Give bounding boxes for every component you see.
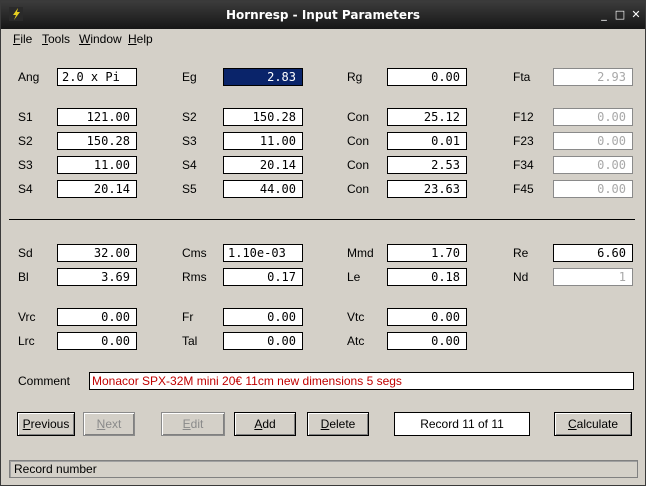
param-field-s2[interactable]: 150.28 bbox=[57, 132, 137, 150]
param-label-con: Con bbox=[347, 182, 370, 196]
param-label-f45: F45 bbox=[513, 182, 534, 196]
param-label-f23: F23 bbox=[513, 134, 534, 148]
param-field-eg[interactable]: 2.83 bbox=[223, 68, 303, 86]
param-field-bl[interactable]: 3.69 bbox=[57, 268, 137, 286]
param-label-tal: Tal bbox=[182, 334, 198, 348]
edit-button: Edit bbox=[161, 412, 225, 436]
menu-window[interactable]: Window bbox=[79, 32, 122, 46]
param-label-vrc: Vrc bbox=[18, 310, 36, 324]
param-field-fr[interactable]: 0.00 bbox=[223, 308, 303, 326]
param-label-fta: Fta bbox=[513, 70, 531, 84]
param-field-s3[interactable]: 11.00 bbox=[223, 132, 303, 150]
param-label-atc: Atc bbox=[347, 334, 365, 348]
param-label-mmd: Mmd bbox=[347, 246, 374, 260]
param-field-con[interactable]: 2.53 bbox=[387, 156, 467, 174]
previous-button[interactable]: Previous bbox=[17, 412, 75, 436]
comment-field[interactable]: Monacor SPX-32M mini 20€ 11cm new dimens… bbox=[89, 372, 634, 390]
menu-bar: File Tools Window Help bbox=[1, 29, 645, 49]
param-label-s4: S4 bbox=[18, 182, 33, 196]
param-label-ang: Ang bbox=[18, 70, 40, 84]
param-field-rg[interactable]: 0.00 bbox=[387, 68, 467, 86]
param-label-s5: S5 bbox=[182, 182, 197, 196]
param-label-s4: S4 bbox=[182, 158, 197, 172]
param-field-con[interactable]: 0.01 bbox=[387, 132, 467, 150]
record-indicator: Record 11 of 11 bbox=[394, 412, 530, 436]
param-field-cms[interactable]: 1.10e-03 bbox=[223, 244, 303, 262]
close-icon[interactable]: ✕ bbox=[630, 9, 642, 21]
param-field-f12: 0.00 bbox=[553, 108, 633, 126]
param-label-s3: S3 bbox=[18, 158, 33, 172]
param-field-sd[interactable]: 32.00 bbox=[57, 244, 137, 262]
param-field-con[interactable]: 25.12 bbox=[387, 108, 467, 126]
param-label-lrc: Lrc bbox=[18, 334, 35, 348]
hornresp-window: Hornresp - Input Parameters _ □ ✕ File T… bbox=[0, 0, 646, 486]
next-button: Next bbox=[83, 412, 135, 436]
section-divider bbox=[9, 219, 635, 220]
param-field-nd: 1 bbox=[553, 268, 633, 286]
param-field-lrc[interactable]: 0.00 bbox=[57, 332, 137, 350]
param-label-s3: S3 bbox=[182, 134, 197, 148]
menu-tools[interactable]: Tools bbox=[42, 32, 70, 46]
param-field-le[interactable]: 0.18 bbox=[387, 268, 467, 286]
param-field-s4[interactable]: 20.14 bbox=[57, 180, 137, 198]
param-label-re: Re bbox=[513, 246, 529, 260]
menu-file[interactable]: File bbox=[13, 32, 32, 46]
param-label-sd: Sd bbox=[18, 246, 33, 260]
param-field-f23: 0.00 bbox=[553, 132, 633, 150]
param-field-f34: 0.00 bbox=[553, 156, 633, 174]
param-field-s2[interactable]: 150.28 bbox=[223, 108, 303, 126]
param-label-fr: Fr bbox=[182, 310, 194, 324]
param-label-vtc: Vtc bbox=[347, 310, 365, 324]
param-label-s2: S2 bbox=[18, 134, 33, 148]
param-field-ang[interactable]: 2.0 x Pi bbox=[57, 68, 137, 86]
param-field-vrc[interactable]: 0.00 bbox=[57, 308, 137, 326]
param-field-re[interactable]: 6.60 bbox=[553, 244, 633, 262]
param-label-con: Con bbox=[347, 110, 370, 124]
param-field-mmd[interactable]: 1.70 bbox=[387, 244, 467, 262]
param-field-con[interactable]: 23.63 bbox=[387, 180, 467, 198]
param-field-s5[interactable]: 44.00 bbox=[223, 180, 303, 198]
menu-help[interactable]: Help bbox=[128, 32, 153, 46]
param-label-eg: Eg bbox=[182, 70, 197, 84]
param-label-con: Con bbox=[347, 134, 370, 148]
window-title: Hornresp - Input Parameters bbox=[225, 8, 421, 22]
param-field-atc[interactable]: 0.00 bbox=[387, 332, 467, 350]
param-label-f12: F12 bbox=[513, 110, 534, 124]
selected-value[interactable]: 2.83 bbox=[224, 69, 302, 85]
param-label-rms: Rms bbox=[182, 270, 207, 284]
param-label-bl: Bl bbox=[18, 270, 29, 284]
param-label-f34: F34 bbox=[513, 158, 534, 172]
param-label-nd: Nd bbox=[513, 270, 529, 284]
param-label-cms: Cms bbox=[182, 246, 207, 260]
maximize-icon[interactable]: □ bbox=[614, 9, 626, 21]
param-field-f45: 0.00 bbox=[553, 180, 633, 198]
param-label-con: Con bbox=[347, 158, 370, 172]
minimize-icon[interactable]: _ bbox=[598, 9, 610, 21]
calculate-button[interactable]: Calculate bbox=[554, 412, 632, 436]
param-field-tal[interactable]: 0.00 bbox=[223, 332, 303, 350]
param-label-s2: S2 bbox=[182, 110, 197, 124]
param-field-s1[interactable]: 121.00 bbox=[57, 108, 137, 126]
param-field-rms[interactable]: 0.17 bbox=[223, 268, 303, 286]
param-label-s1: S1 bbox=[18, 110, 33, 124]
param-field-s4[interactable]: 20.14 bbox=[223, 156, 303, 174]
param-label-le: Le bbox=[347, 270, 361, 284]
param-label-rg: Rg bbox=[347, 70, 363, 84]
status-bar: Record number bbox=[9, 460, 638, 478]
add-button[interactable]: Add bbox=[234, 412, 296, 436]
param-field-vtc[interactable]: 0.00 bbox=[387, 308, 467, 326]
title-bar[interactable]: Hornresp - Input Parameters _ □ ✕ bbox=[1, 1, 645, 29]
delete-button[interactable]: Delete bbox=[307, 412, 369, 436]
comment-label: Comment bbox=[18, 374, 71, 388]
param-field-fta: 2.93 bbox=[553, 68, 633, 86]
param-field-s3[interactable]: 11.00 bbox=[57, 156, 137, 174]
